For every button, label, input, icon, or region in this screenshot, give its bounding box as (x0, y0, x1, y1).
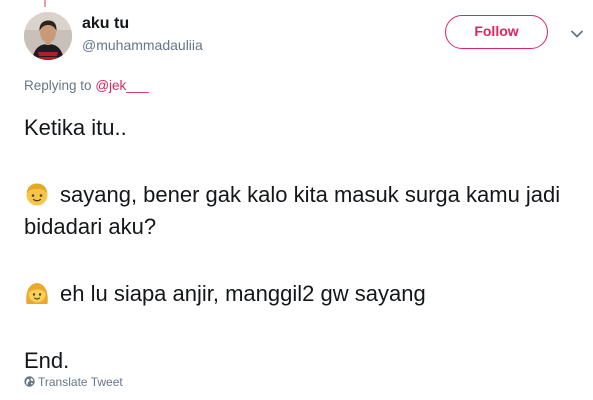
chevron-down-icon[interactable] (570, 26, 584, 38)
user-handle[interactable]: @muhammadauliia (82, 37, 203, 53)
reply-target-link[interactable]: @jek___ (95, 78, 149, 93)
user-name[interactable]: aku tu (82, 15, 129, 33)
translate-tweet-label: Translate Tweet (38, 375, 123, 389)
tweet-line: End. (24, 348, 70, 373)
globe-icon (24, 376, 35, 387)
boy-emoji-icon (24, 181, 50, 207)
tweet-line: Ketika itu.. (24, 115, 127, 140)
avatar[interactable] (24, 12, 72, 60)
reply-context: Replying to @jek___ (24, 78, 149, 93)
follow-button[interactable]: Follow (445, 15, 548, 49)
reply-prefix: Replying to (24, 78, 92, 93)
thread-line-marker (44, 0, 46, 7)
tweet-text: Ketika itu.. sayang, bener gak kalo kita… (24, 112, 564, 377)
tweet-line-text: sayang, bener gak kalo kita masuk surga … (24, 182, 561, 239)
girl-emoji-icon (24, 280, 50, 306)
translate-tweet-link[interactable]: Translate Tweet (24, 375, 123, 389)
tweet-line: eh lu siapa anjir, manggil2 gw sayang (24, 278, 564, 310)
tweet-line-text: eh lu siapa anjir, manggil2 gw sayang (60, 281, 426, 306)
tweet-line: sayang, bener gak kalo kita masuk surga … (24, 179, 564, 243)
tweet-header: aku tu @muhammadauliia Follow (24, 12, 593, 62)
